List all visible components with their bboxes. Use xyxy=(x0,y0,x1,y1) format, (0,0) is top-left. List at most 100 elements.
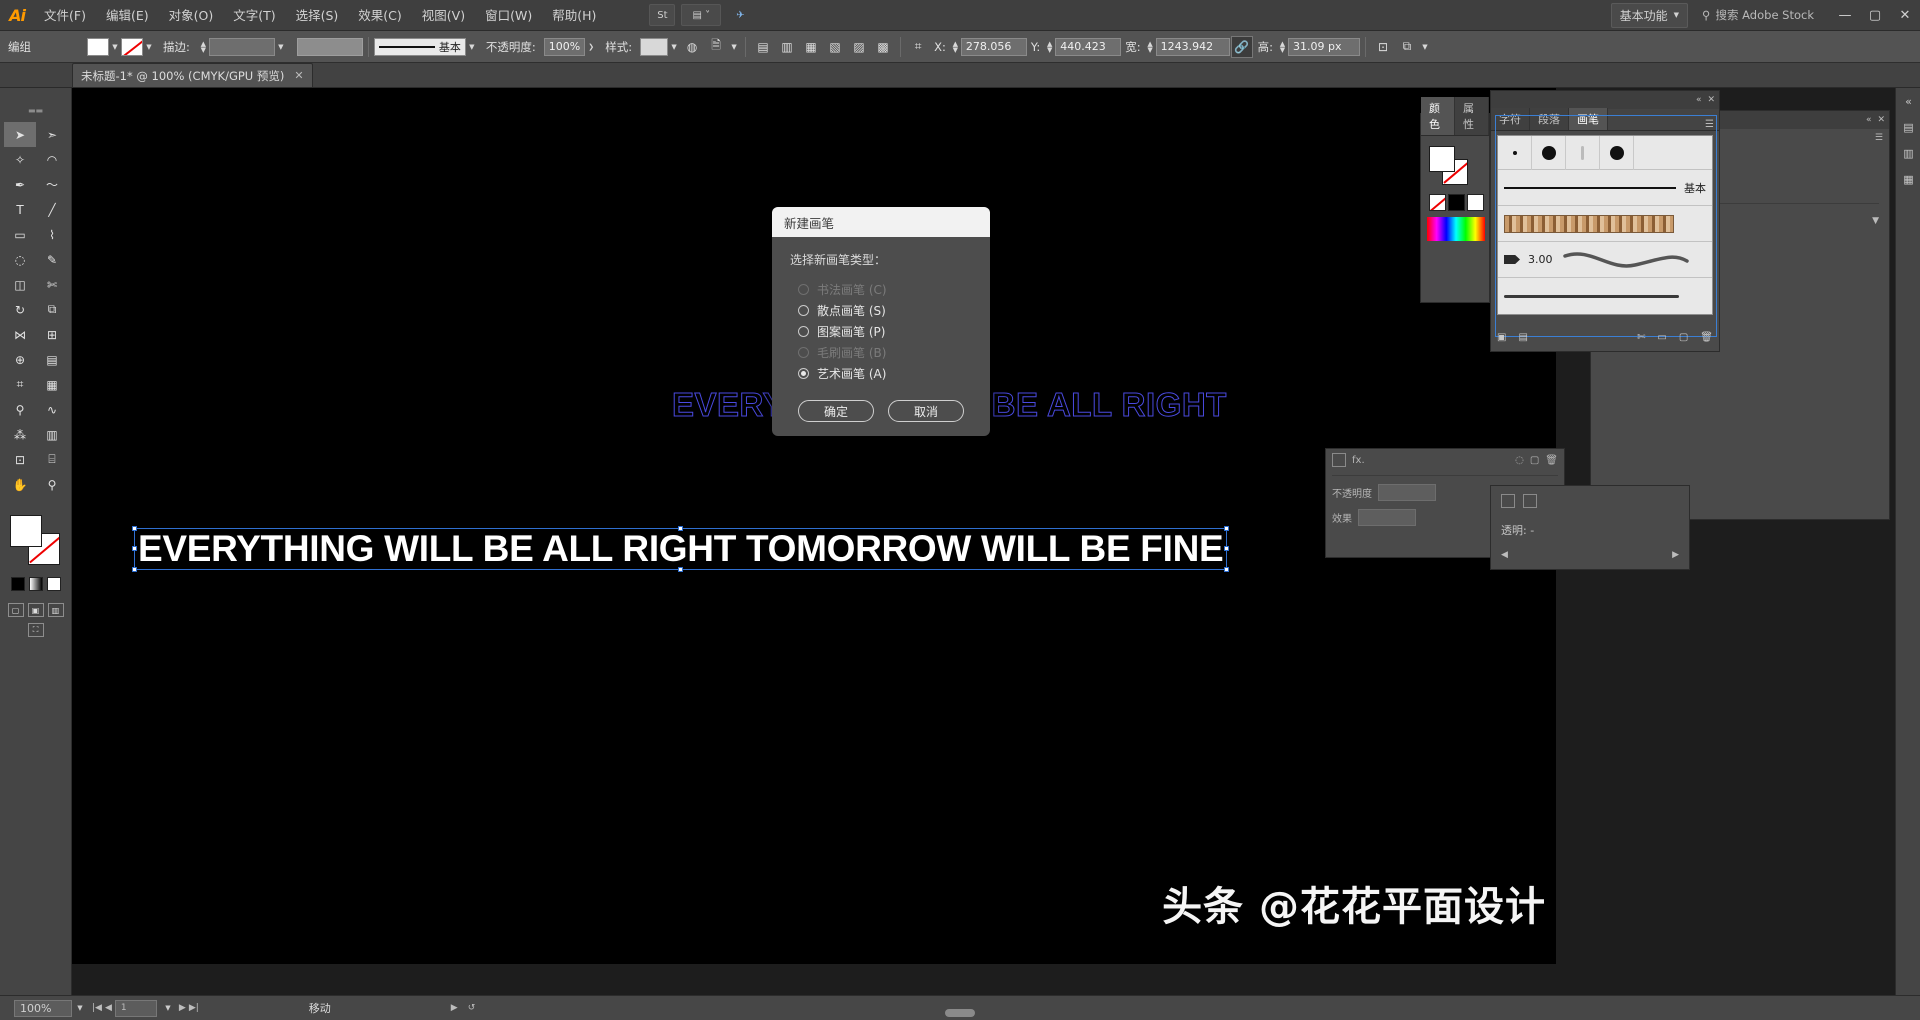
brush-item-pattern[interactable] xyxy=(1498,206,1712,242)
panel-icon-libraries[interactable]: ▥ xyxy=(1896,140,1920,166)
fill-indicator-swatch[interactable] xyxy=(9,515,42,547)
brush-swatch-dot-large[interactable] xyxy=(1600,136,1634,170)
pen-tool[interactable]: ✒ xyxy=(4,172,36,197)
panel-square-icon[interactable]: ▢ xyxy=(1530,455,1539,466)
free-transform-tool[interactable]: ⊞ xyxy=(36,322,68,347)
menu-view[interactable]: 视图(V) xyxy=(412,0,475,31)
magic-wand-tool[interactable]: ✧ xyxy=(4,147,36,172)
align-middle-icon[interactable]: ▨ xyxy=(848,36,870,58)
line-segment-tool[interactable]: ╱ xyxy=(36,197,68,222)
tools-panel-grip[interactable]: ▬▬ xyxy=(0,106,71,116)
drawing-mode-behind-icon[interactable]: ▣ xyxy=(27,603,44,617)
remove-brush-stroke-icon[interactable]: ✄ xyxy=(1637,332,1645,343)
align-center-icon[interactable]: ▥ xyxy=(776,36,798,58)
zoom-level-field[interactable]: 100% xyxy=(14,999,72,1017)
library-icon[interactable]: ▤ ˅ xyxy=(681,4,722,26)
new-brush-dialog[interactable]: 新建画笔 选择新画笔类型： 书法画笔 (C) 散点画笔 (S) 图案画笔 (P) xyxy=(772,207,990,436)
brush-swatch-thin[interactable] xyxy=(1566,136,1600,170)
swatch-white[interactable] xyxy=(1467,194,1484,211)
new-brush-icon[interactable]: ▢ xyxy=(1679,332,1688,343)
tab-brushes[interactable]: 画笔 xyxy=(1569,108,1608,130)
graphic-style-swatch[interactable] xyxy=(640,37,669,56)
rotate-tool[interactable]: ↻ xyxy=(4,297,36,322)
lasso-tool[interactable]: ◠ xyxy=(36,147,68,172)
constrain-proportions-icon[interactable]: 🔗 xyxy=(1230,35,1253,58)
prev-arrow-icon[interactable]: ◀ xyxy=(1501,550,1508,560)
status-reset-icon[interactable]: ↺ xyxy=(468,1003,476,1013)
change-screen-mode-icon[interactable]: ⛶ xyxy=(27,623,44,637)
appearance-chevron-icon[interactable]: ▼ xyxy=(1872,216,1879,226)
scale-tool[interactable]: ⧉ xyxy=(36,297,68,322)
select-similar-icon[interactable]: ⧉ xyxy=(1396,36,1418,58)
artboard-chevron-icon[interactable]: ▼ xyxy=(160,1004,176,1012)
close-icon[interactable]: ✕ xyxy=(1707,95,1715,105)
width-field[interactable]: 1243.942 xyxy=(1155,37,1230,56)
blend-tool[interactable]: ∿ xyxy=(36,397,68,422)
opt-field-2[interactable] xyxy=(1358,509,1416,526)
y-position-field[interactable]: 440.423 xyxy=(1055,37,1122,56)
panel-menu-icon[interactable]: ☰ xyxy=(1700,119,1719,130)
y-spinner[interactable]: ▲ ▼ xyxy=(1044,38,1055,56)
workspace-switcher[interactable]: 基本功能 ▼ xyxy=(1610,2,1689,28)
next-arrow-icon[interactable]: ▶ xyxy=(1672,550,1679,560)
stock-search[interactable]: ⚲ 搜索 Adobe Stock xyxy=(1694,4,1822,26)
next-artboard-icon[interactable]: ▶ xyxy=(179,1003,186,1013)
stroke-weight-chevron-icon[interactable]: ▼ xyxy=(275,38,287,56)
menu-select[interactable]: 选择(S) xyxy=(286,0,349,31)
zoom-tool[interactable]: ⚲ xyxy=(36,472,68,497)
panel-icon-layers[interactable]: ▤ xyxy=(1896,114,1920,140)
color-fill-swatch[interactable] xyxy=(1429,146,1455,172)
brush-item-basic[interactable]: 基本 xyxy=(1498,170,1712,206)
radio-icon[interactable] xyxy=(798,326,809,337)
paintbrush-tool[interactable]: ⌇ xyxy=(36,222,68,247)
tab-properties[interactable]: 属性 xyxy=(1455,97,1489,135)
color-button[interactable] xyxy=(10,577,25,591)
tab-character[interactable]: 字符 xyxy=(1491,108,1530,130)
x-position-field[interactable]: 278.056 xyxy=(960,37,1027,56)
opacity-chevron-icon[interactable]: ❯ xyxy=(585,38,597,56)
color-spectrum-ramp[interactable] xyxy=(1427,217,1485,241)
window-minimize-button[interactable]: — xyxy=(1830,0,1860,31)
align-bottom-icon[interactable]: ▩ xyxy=(872,36,894,58)
options-of-selected-object-icon[interactable]: ▭ xyxy=(1657,332,1666,343)
panel-fx-icon[interactable]: fx. xyxy=(1352,455,1365,466)
swatch-none[interactable] xyxy=(1429,194,1446,211)
brush-item-charcoal[interactable] xyxy=(1498,278,1712,314)
brush-definition-chevron-icon[interactable]: ▼ xyxy=(466,38,478,56)
scissors-tool[interactable]: ✄ xyxy=(36,272,68,297)
width-tool[interactable]: ⋈ xyxy=(4,322,36,347)
status-play-icon[interactable]: ▶ xyxy=(451,1003,458,1013)
brush-libraries-icon[interactable]: ▣ xyxy=(1497,332,1506,343)
panel-trash-icon[interactable]: 🗑 xyxy=(1545,455,1558,466)
collapse-icon[interactable]: « xyxy=(1696,95,1702,105)
none-button[interactable] xyxy=(46,577,61,591)
opacity-field[interactable]: 100% xyxy=(543,37,586,56)
align-right-icon[interactable]: ▦ xyxy=(800,36,822,58)
shape-builder-tool[interactable]: ⊕ xyxy=(4,347,36,372)
menu-help[interactable]: 帮助(H) xyxy=(542,0,606,31)
swatch-black[interactable] xyxy=(1448,194,1465,211)
align-left-icon[interactable]: ▤ xyxy=(752,36,774,58)
first-artboard-icon[interactable]: |◀ xyxy=(92,1003,102,1013)
radio-option-scatter[interactable]: 散点画笔 (S) xyxy=(772,300,990,321)
artboard-number-field[interactable]: 1 xyxy=(114,999,157,1017)
width-spinner[interactable]: ▲ ▼ xyxy=(1145,38,1156,56)
menu-window[interactable]: 窗口(W) xyxy=(475,0,542,31)
menu-type[interactable]: 文字(T) xyxy=(223,0,285,31)
height-spinner[interactable]: ▲ ▼ xyxy=(1277,38,1288,56)
eyedropper-tool[interactable]: ⚲ xyxy=(4,397,36,422)
collapse-panels-icon[interactable]: « xyxy=(1896,88,1920,114)
brush-libraries-menu-icon[interactable]: ▤ xyxy=(1518,332,1527,343)
perspective-grid-tool[interactable]: ▤ xyxy=(36,347,68,372)
stroke-weight-spinner[interactable]: ▲ ▼ xyxy=(198,38,209,56)
panel-box-icon[interactable] xyxy=(1332,453,1346,467)
gradient-button[interactable] xyxy=(28,577,43,591)
stroke-weight-field[interactable] xyxy=(208,37,275,56)
close-icon[interactable]: ✕ xyxy=(294,69,303,82)
stroke-profile-field[interactable] xyxy=(296,37,363,56)
last-artboard-icon[interactable]: ▶| xyxy=(189,1003,199,1013)
drawing-mode-normal-icon[interactable]: ▢ xyxy=(7,603,24,617)
radio-icon[interactable] xyxy=(798,368,809,379)
recolor-artwork-icon[interactable]: ◍ xyxy=(681,36,703,58)
panel-icon-properties[interactable]: ▦ xyxy=(1896,166,1920,192)
